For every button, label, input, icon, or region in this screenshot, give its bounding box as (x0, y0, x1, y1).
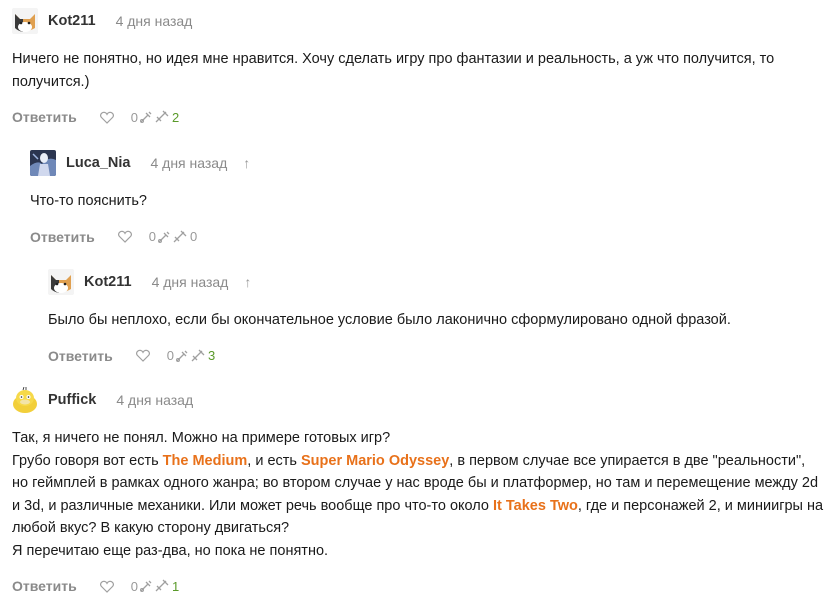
reward-icon[interactable] (154, 109, 170, 125)
likes-count: 0 (130, 578, 138, 594)
heart-icon[interactable] (99, 109, 115, 125)
comment-text: Что-то пояснить? (30, 190, 824, 213)
dislike-icon[interactable] (156, 229, 172, 245)
dislike-icon[interactable] (174, 348, 190, 364)
reward-icon[interactable] (190, 348, 206, 364)
author-name[interactable]: Kot211 (84, 274, 132, 290)
text-fragment: Грубо говоря вот есть (12, 452, 163, 469)
comment-actions: Ответить 0 3 (48, 346, 824, 366)
comment-actions: Ответить 0 0 (30, 227, 824, 247)
comment-text: Так, я ничего не понял. Можно на примере… (12, 427, 824, 562)
comment-header: Luca_Nia 4 дня назад ↑ (30, 150, 824, 176)
avatar[interactable] (12, 387, 38, 413)
comment: Puffick 4 дня назад Так, я ничего не пон… (12, 387, 824, 596)
game-link[interactable]: Super Mario Odyssey (301, 453, 449, 469)
heart-icon[interactable] (117, 229, 133, 245)
reply-button[interactable]: Ответить (12, 578, 77, 594)
rating-count: 1 (171, 578, 180, 594)
avatar[interactable] (48, 269, 74, 295)
comment-paragraph: Грубо говоря вот есть The Medium, и есть… (12, 450, 824, 540)
game-link[interactable]: The Medium (163, 453, 248, 469)
dark-figure-avatar-icon (30, 150, 56, 176)
text-fragment: , и есть (247, 452, 301, 469)
cat-avatar-icon (12, 8, 38, 34)
comment-paragraph: Было бы неплохо, если бы окончательное у… (48, 312, 731, 328)
reply-button[interactable]: Ответить (12, 109, 77, 125)
comment-paragraph: Я перечитаю еще раз-два, но пока не поня… (12, 542, 329, 559)
comment-actions: Ответить 0 1 (12, 576, 824, 596)
heart-icon[interactable] (135, 348, 151, 364)
comment: Kot211 4 дня назад ↑ Было бы неплохо, ес… (48, 269, 824, 366)
timestamp[interactable]: 4 дня назад (152, 274, 229, 290)
heart-icon[interactable] (99, 578, 115, 594)
reply-button[interactable]: Ответить (30, 229, 95, 245)
comment: Kot211 4 дня назад Ничего не понятно, но… (12, 8, 824, 127)
cat-avatar-icon (48, 269, 74, 295)
avatar[interactable] (30, 150, 56, 176)
comment-header: Puffick 4 дня назад (12, 387, 824, 413)
dislike-icon[interactable] (138, 109, 154, 125)
comment-paragraph: Так, я ничего не понял. Можно на примере… (12, 430, 391, 446)
timestamp[interactable]: 4 дня назад (116, 13, 193, 29)
rating-count: 2 (171, 109, 180, 125)
likes-count: 0 (166, 348, 174, 363)
rating-count: 0 (189, 229, 198, 244)
reply-arrow-icon[interactable]: ↑ (243, 155, 250, 171)
comment-header: Kot211 4 дня назад ↑ (48, 269, 824, 295)
timestamp[interactable]: 4 дня назад (116, 392, 193, 408)
dislike-icon[interactable] (138, 578, 154, 594)
comment-paragraph: Ничего не понятно, но идея мне нравится.… (12, 51, 775, 90)
comment: Luca_Nia 4 дня назад ↑ Что-то пояснить? … (30, 150, 824, 247)
game-link[interactable]: It Takes Two (493, 498, 578, 514)
reply-arrow-icon[interactable]: ↑ (244, 274, 251, 290)
comment-text: Было бы неплохо, если бы окончательное у… (48, 309, 824, 332)
likes-count: 0 (148, 229, 156, 244)
yellow-duck-avatar-icon (12, 387, 38, 413)
comment-paragraph: Что-то пояснить? (30, 193, 147, 209)
comment-actions: Ответить 0 2 (12, 107, 824, 127)
likes-count: 0 (130, 109, 138, 125)
timestamp[interactable]: 4 дня назад (150, 155, 227, 171)
reward-icon[interactable] (154, 578, 170, 594)
reply-button[interactable]: Ответить (48, 348, 113, 364)
author-name[interactable]: Puffick (48, 392, 96, 408)
comment-text: Ничего не понятно, но идея мне нравится.… (12, 48, 824, 93)
comment-header: Kot211 4 дня назад (12, 8, 824, 34)
author-name[interactable]: Luca_Nia (66, 155, 130, 171)
author-name[interactable]: Kot211 (48, 13, 96, 29)
rating-count: 3 (207, 348, 216, 363)
reward-icon[interactable] (172, 229, 188, 245)
avatar[interactable] (12, 8, 38, 34)
